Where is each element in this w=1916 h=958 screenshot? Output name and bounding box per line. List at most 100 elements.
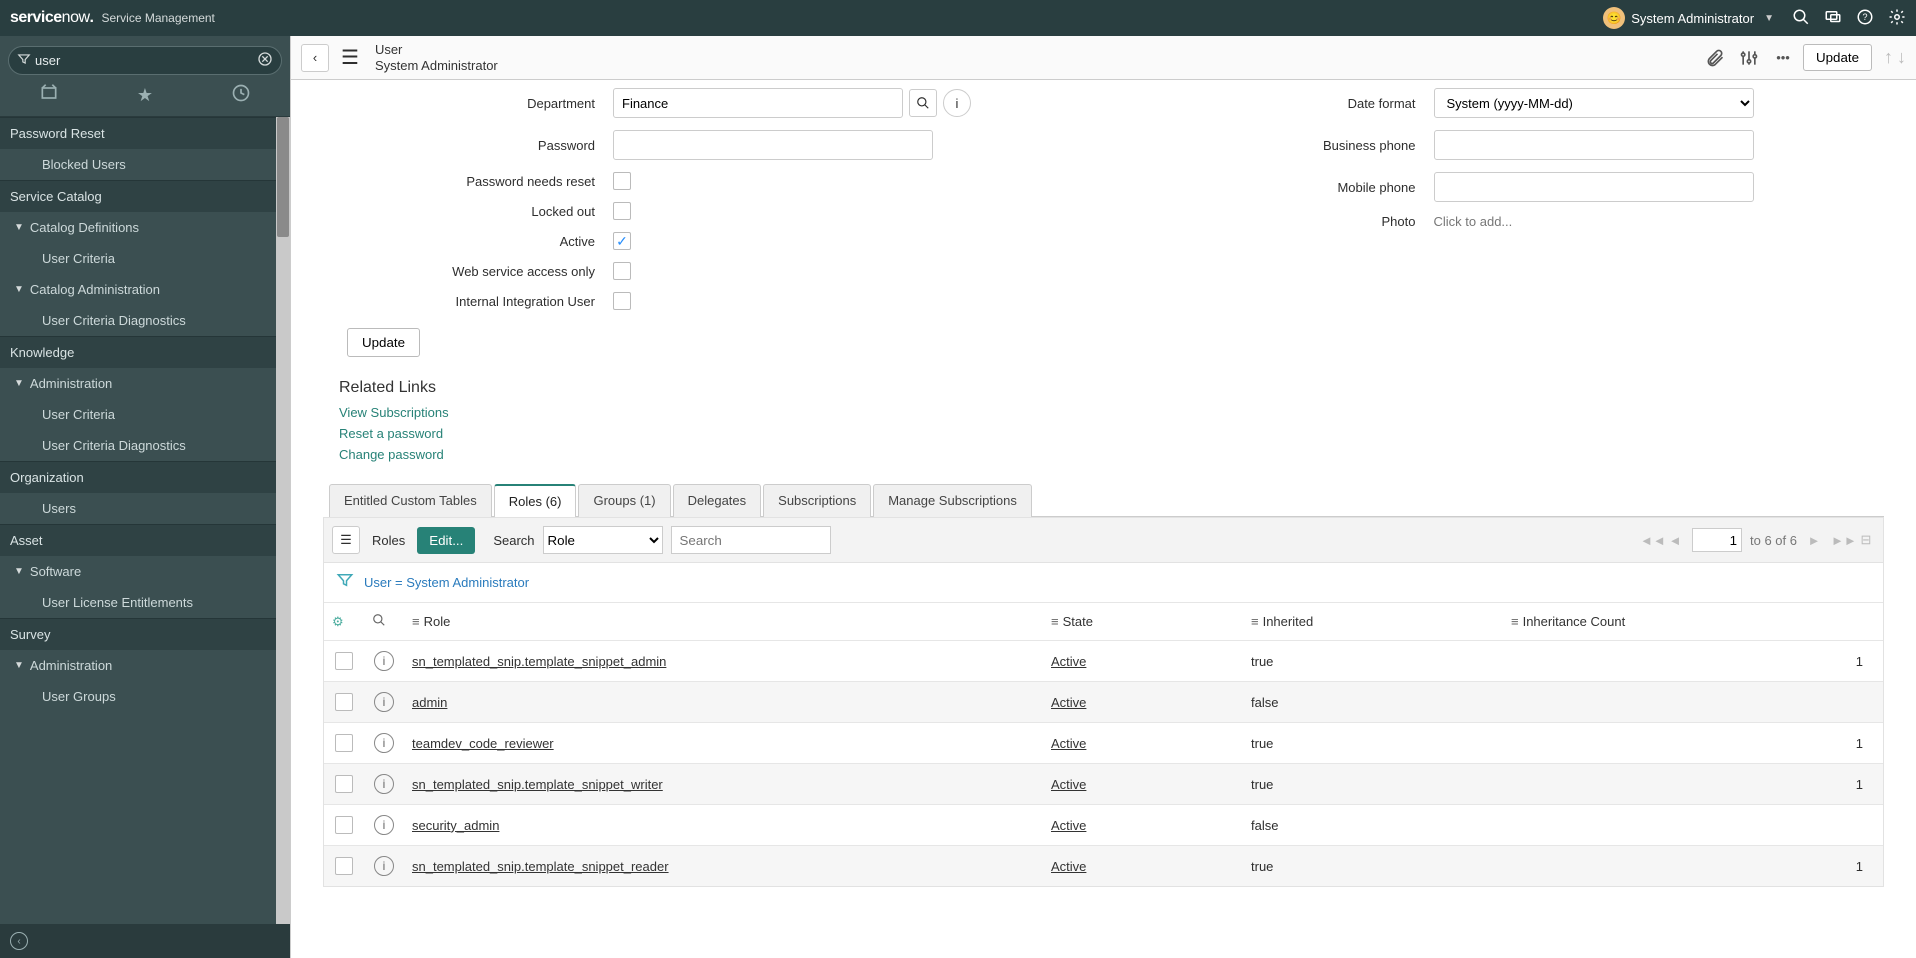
- nav-scrollbar[interactable]: [276, 117, 290, 924]
- next-page-icon[interactable]: ►: [1805, 533, 1823, 548]
- list-search-field-select[interactable]: Role: [543, 526, 663, 554]
- state-link[interactable]: Active: [1051, 695, 1086, 710]
- nav-module[interactable]: User Criteria Diagnostics: [0, 430, 290, 461]
- state-link[interactable]: Active: [1051, 736, 1086, 751]
- nav-collapse-icon[interactable]: ‹: [10, 932, 28, 950]
- row-info-icon[interactable]: i: [374, 856, 394, 876]
- table-search-icon[interactable]: [372, 615, 386, 630]
- row-checkbox[interactable]: [335, 693, 353, 711]
- nav-module[interactable]: User License Entitlements: [0, 587, 290, 618]
- nav-module[interactable]: Blocked Users: [0, 149, 290, 180]
- nav-subsection[interactable]: ▼Software: [0, 556, 290, 587]
- nav-filter[interactable]: [8, 46, 282, 75]
- row-checkbox[interactable]: [335, 857, 353, 875]
- role-link[interactable]: sn_templated_snip.template_snippet_write…: [412, 777, 663, 792]
- tab[interactable]: Subscriptions: [763, 484, 871, 517]
- help-icon[interactable]: ?: [1856, 8, 1874, 29]
- nav-module[interactable]: User Criteria: [0, 399, 290, 430]
- nav-section[interactable]: Service Catalog: [0, 180, 290, 212]
- row-info-icon[interactable]: i: [374, 692, 394, 712]
- nav-subsection[interactable]: ▼Catalog Administration: [0, 274, 290, 305]
- web-access-checkbox[interactable]: [613, 262, 631, 280]
- related-link[interactable]: View Subscriptions: [339, 403, 1884, 424]
- col-role[interactable]: Role: [424, 614, 451, 629]
- update-button-bottom[interactable]: Update: [347, 328, 420, 357]
- update-button[interactable]: Update: [1803, 44, 1872, 71]
- prev-record-icon[interactable]: ↑: [1884, 47, 1893, 68]
- row-info-icon[interactable]: i: [374, 733, 394, 753]
- role-link[interactable]: sn_templated_snip.template_snippet_reade…: [412, 859, 669, 874]
- row-info-icon[interactable]: i: [374, 651, 394, 671]
- form-menu-icon[interactable]: ☰: [335, 45, 365, 70]
- prev-page-icon[interactable]: ◄: [1666, 533, 1684, 548]
- row-checkbox[interactable]: [335, 816, 353, 834]
- active-checkbox[interactable]: ✓: [613, 232, 631, 250]
- row-checkbox[interactable]: [335, 734, 353, 752]
- nav-subsection[interactable]: ▼Administration: [0, 368, 290, 399]
- state-link[interactable]: Active: [1051, 654, 1086, 669]
- next-record-icon[interactable]: ↓: [1897, 47, 1906, 68]
- col-state[interactable]: State: [1063, 614, 1093, 629]
- nav-module[interactable]: Users: [0, 493, 290, 524]
- department-field[interactable]: [613, 88, 903, 118]
- breadcrumb-text[interactable]: User = System Administrator: [364, 575, 529, 590]
- last-page-icon[interactable]: ►►: [1831, 533, 1849, 548]
- clear-filter-icon[interactable]: [257, 51, 273, 70]
- nav-filter-input[interactable]: [31, 51, 257, 70]
- row-info-icon[interactable]: i: [374, 774, 394, 794]
- mobile-phone-field[interactable]: [1434, 172, 1754, 202]
- tab[interactable]: Entitled Custom Tables: [329, 484, 492, 517]
- nav-section[interactable]: Password Reset: [0, 117, 290, 149]
- role-link[interactable]: sn_templated_snip.template_snippet_admin: [412, 654, 666, 669]
- role-link[interactable]: security_admin: [412, 818, 499, 833]
- nav-section[interactable]: Knowledge: [0, 336, 290, 368]
- nav-favorites-icon[interactable]: ★: [137, 85, 153, 106]
- state-link[interactable]: Active: [1051, 818, 1086, 833]
- nav-subsection[interactable]: ▼Catalog Definitions: [0, 212, 290, 243]
- col-menu-role-icon[interactable]: ≡: [412, 614, 420, 629]
- edit-button[interactable]: Edit...: [417, 527, 475, 554]
- tab[interactable]: Delegates: [673, 484, 762, 517]
- nav-section[interactable]: Organization: [0, 461, 290, 493]
- first-page-icon[interactable]: ◄◄: [1640, 533, 1658, 548]
- chat-icon[interactable]: [1824, 8, 1842, 29]
- password-field[interactable]: [613, 130, 933, 160]
- attachment-icon[interactable]: [1701, 44, 1729, 72]
- needs-reset-checkbox[interactable]: [613, 172, 631, 190]
- nav-history-icon[interactable]: [231, 83, 251, 108]
- funnel-icon[interactable]: [336, 571, 354, 594]
- nav-module[interactable]: User Criteria: [0, 243, 290, 274]
- internal-checkbox[interactable]: [613, 292, 631, 310]
- search-icon[interactable]: [1792, 8, 1810, 29]
- nav-module[interactable]: User Criteria Diagnostics: [0, 305, 290, 336]
- nav-section[interactable]: Asset: [0, 524, 290, 556]
- col-menu-inherited-icon[interactable]: ≡: [1251, 614, 1259, 629]
- personalize-icon[interactable]: [1735, 44, 1763, 72]
- date-format-select[interactable]: System (yyyy-MM-dd): [1434, 88, 1754, 118]
- nav-section[interactable]: Survey: [0, 618, 290, 650]
- state-link[interactable]: Active: [1051, 859, 1086, 874]
- department-info-icon[interactable]: i: [943, 89, 971, 117]
- business-phone-field[interactable]: [1434, 130, 1754, 160]
- role-link[interactable]: teamdev_code_reviewer: [412, 736, 554, 751]
- more-actions-icon[interactable]: •••: [1769, 44, 1797, 72]
- col-inherited[interactable]: Inherited: [1263, 614, 1314, 629]
- nav-all-apps-icon[interactable]: [39, 83, 59, 108]
- col-count[interactable]: Inheritance Count: [1523, 614, 1626, 629]
- list-menu-icon[interactable]: ☰: [332, 526, 360, 554]
- page-current-input[interactable]: [1692, 528, 1742, 552]
- row-info-icon[interactable]: i: [374, 815, 394, 835]
- nav-module[interactable]: User Groups: [0, 681, 290, 712]
- photo-add-link[interactable]: Click to add...: [1434, 214, 1513, 229]
- related-link[interactable]: Change password: [339, 445, 1884, 466]
- user-menu[interactable]: 😊 System Administrator ▼: [1603, 7, 1774, 29]
- list-expand-icon[interactable]: ⊟: [1857, 532, 1875, 548]
- col-menu-count-icon[interactable]: ≡: [1511, 614, 1519, 629]
- department-lookup-icon[interactable]: [909, 89, 937, 117]
- state-link[interactable]: Active: [1051, 777, 1086, 792]
- row-checkbox[interactable]: [335, 652, 353, 670]
- tab[interactable]: Roles (6): [494, 484, 577, 517]
- list-search-input[interactable]: [671, 526, 831, 554]
- locked-out-checkbox[interactable]: [613, 202, 631, 220]
- tab[interactable]: Groups (1): [578, 484, 670, 517]
